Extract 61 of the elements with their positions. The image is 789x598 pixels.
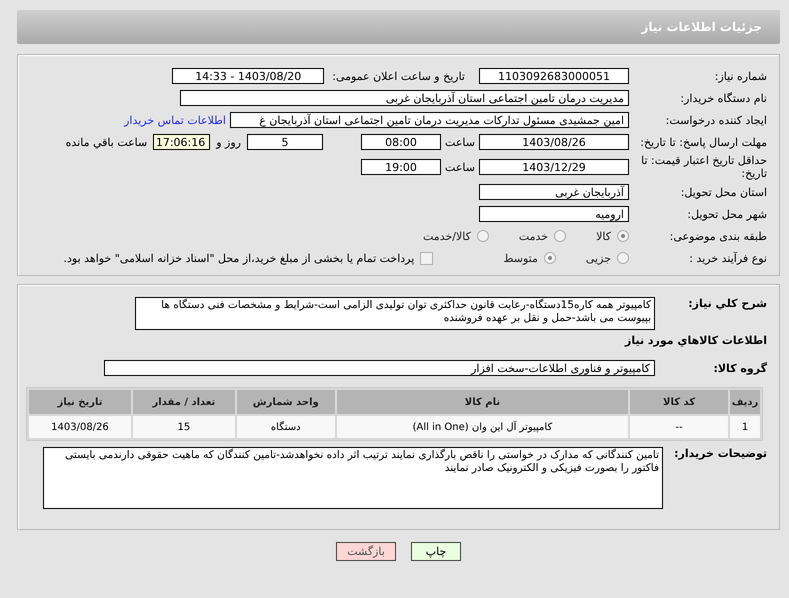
field-label: روز و [216, 136, 241, 148]
field-label: مهلت ارسال پاسخ: تا تاریخ: [639, 136, 768, 148]
buyer-notes-box: تامین کنندگانی که مدارک در خواستی را ناقص بارگذاری نمایند ترتیب اثر داده نخواهدشد-تامین کنندگان که ماهیت حقوقی دارندمی بایستی فاکتور را بصورت فیزیکی و الکترونیک صادر نمایند [43, 447, 663, 509]
radio-option[interactable]: جزیی [586, 252, 629, 264]
field-label: طبقه بندی موضوعی: [668, 230, 768, 242]
radio-button[interactable] [617, 252, 629, 264]
need-number-field: 1103092683000051 [479, 68, 629, 84]
table-cell: دستگاه [236, 416, 335, 438]
radio-button[interactable] [476, 230, 489, 242]
checkbox[interactable] [420, 252, 434, 264]
field-label: شرح کلي نیاز: [687, 297, 768, 310]
checkbox-label: پرداخت تمام یا بخشی از مبلغ خرید،از محل "اسناد خزانه اسلامی" خواهد بود. [64, 252, 414, 264]
buyer-contact-link[interactable]: اطلاعات تماس خریدار [124, 114, 226, 126]
column-header: نام کالا [336, 390, 628, 414]
requester-field: امین جمشیدی مسئول تدارکات مدیریت درمان تامین اجتماعی استان آذربایجان غ [230, 112, 629, 128]
field-label: ساعت باقي مانده [66, 136, 148, 148]
section-title: اطلاعات کالاهاي مورد نیاز [625, 334, 768, 347]
radio-option[interactable]: متوسط [503, 252, 556, 264]
radio-option[interactable]: خدمت [518, 230, 566, 242]
radio-option[interactable]: کالا/خدمت [423, 230, 489, 242]
field-label: نام دستگاه خریدار: [679, 92, 768, 104]
field-label: ساعت [444, 136, 476, 148]
radio-button[interactable] [554, 230, 566, 242]
table-cell: 1 [730, 416, 760, 438]
column-header: ردیف [730, 390, 760, 414]
province-field: آذربایجان غربی [479, 184, 629, 200]
page-title: جزئیات اطلاعات نیاز [641, 20, 762, 34]
back-button[interactable]: بازگشت [336, 542, 396, 561]
goods-group-field: کامپیوتر و فناوری اطلاعات-سخت افزار [104, 360, 655, 376]
field-label: استان محل تحویل: [680, 186, 768, 198]
field-label: حداقل تاریخ اعتبار قیمت: تا تاریخ: [640, 154, 768, 180]
print-button[interactable]: چاپ [411, 542, 461, 561]
date-field: 1403/08/26 [479, 134, 629, 150]
column-header: تاریخ نیاز [29, 390, 131, 414]
column-header: کد کالا [630, 390, 728, 414]
field-label: ایجاد کننده درخواست: [664, 114, 768, 126]
table-cell: 15 [132, 416, 235, 438]
days-field: 5 [247, 134, 323, 150]
remaining-time-field: 17:06:16 [153, 134, 210, 150]
field-label: نوع فرآیند خرید : [688, 252, 768, 264]
table-cell: -- [630, 416, 728, 438]
field-label: ساعت [444, 160, 476, 174]
date-field: 1403/12/29 [479, 159, 629, 175]
radio-button[interactable] [617, 230, 629, 242]
field-label: تاریخ و ساعت اعلان عمومی: [332, 70, 465, 82]
field-label: توضیحات خریدار: [673, 447, 768, 460]
table-cell: کامپیوتر آل این وان (All in One) [336, 416, 628, 438]
announce-date-field: 1403/08/20 - 14:33 [172, 68, 324, 84]
field-label: شماره نیاز: [714, 70, 768, 82]
field-label: شهر محل تحویل: [686, 208, 768, 220]
time-field: 19:00 [361, 159, 441, 175]
column-header: واحد شمارش [236, 390, 335, 414]
buyer-org-field: مدیریت درمان تامین اجتماعی استان آذربایجان غربی [180, 90, 629, 106]
description-box: کامپیوتر همه کاره15دستگاه-رعایت قانون حداکثری توان تولیدی الزامی است-شرایط و مشخصات فنی دستگاه ها بپیوست می باشد-حمل و نقل بر عهده فروشنده [135, 297, 655, 330]
radio-button[interactable] [544, 252, 556, 264]
city-field: ارومیه [479, 206, 629, 222]
field-label: گروه کالا: [712, 362, 768, 374]
column-header: تعداد / مقدار [132, 390, 235, 414]
table-cell: 1403/08/26 [29, 416, 131, 438]
radio-option[interactable]: کالا [596, 230, 629, 242]
time-field: 08:00 [361, 134, 441, 150]
